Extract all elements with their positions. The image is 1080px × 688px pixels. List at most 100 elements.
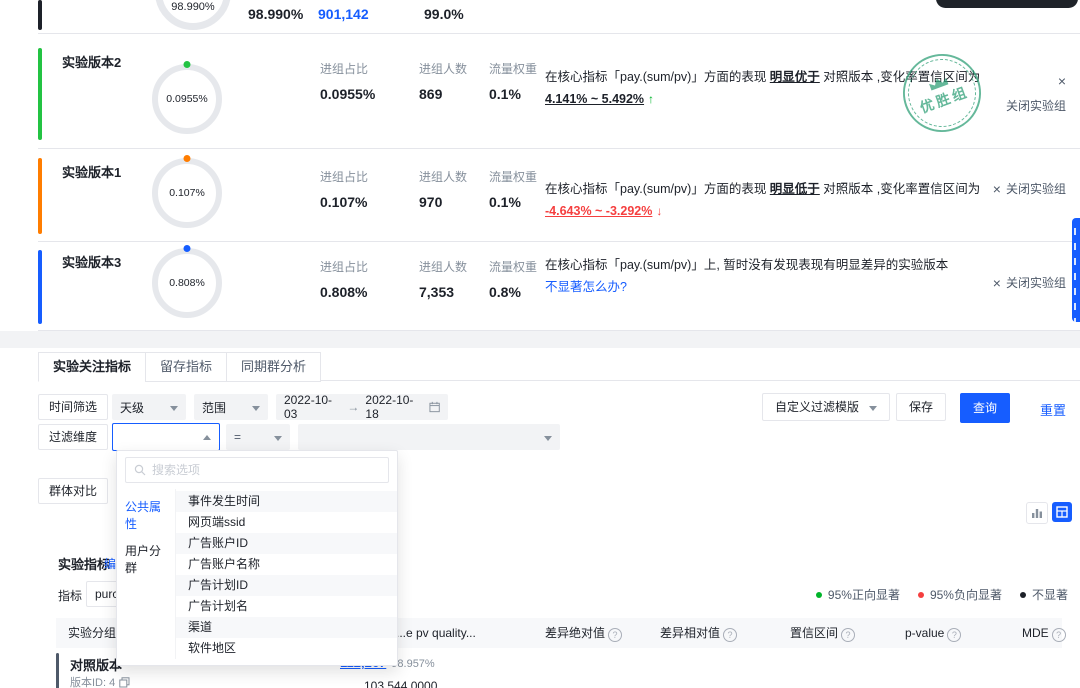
legend-label: 95%正向显著 (828, 586, 900, 603)
dimension-select[interactable] (112, 423, 220, 451)
analysis-prefix: 在核心指标「pay.(sum/pv)」方面的表现 (545, 70, 770, 84)
chevron-down-icon (544, 436, 552, 441)
experiment-version-row-1: 实验版本1 0.107% 进组占比 0.107% 进组人数 970 流量权重 0… (0, 150, 1080, 241)
dropdown-option-channel[interactable]: 渠道 (176, 617, 397, 638)
stat-value-link[interactable]: 869 (419, 86, 467, 102)
close-experiment-label[interactable]: 关闭实验组 (1006, 180, 1066, 197)
experiment-version-row-3: 实验版本3 0.808% 进组占比 0.808% 进组人数 7,353 流量权重… (0, 242, 1080, 330)
gauge-value: 0.107% (169, 187, 205, 199)
info-icon[interactable]: ? (841, 628, 855, 642)
version-analysis-text: 在核心指标「pay.(sum/pv)」方面的表现 明显低于 对照版本 ,变化率置… (545, 178, 1015, 222)
version-gauge: 0.808% (152, 248, 222, 318)
info-icon[interactable]: ? (723, 628, 737, 642)
table-view-toggle-button[interactable] (1052, 502, 1072, 522)
edit-metrics-link[interactable]: 编 (104, 555, 116, 572)
stat-value: 0.808% (320, 284, 368, 300)
version-color-bar (38, 250, 42, 324)
dropdown-option-ad-account-name[interactable]: 广告账户名称 (176, 554, 397, 575)
close-experiment-button[interactable]: × 关闭实验组 (1006, 74, 1066, 114)
stat-group-count: 进组人数 970 (419, 168, 467, 210)
header-confidence-interval: 置信区间? (790, 618, 855, 648)
custom-filter-template-button[interactable]: 自定义过滤模版 (762, 393, 890, 421)
close-experiment-label[interactable]: 关闭实验组 (1006, 97, 1066, 114)
version-name: 实验版本2 (62, 52, 121, 71)
version-color-bar (38, 158, 42, 234)
legend-dot-neutral (1020, 592, 1026, 598)
close-icon[interactable]: × (993, 276, 1001, 290)
info-icon[interactable]: ? (947, 628, 961, 642)
close-icon[interactable]: × (993, 182, 1001, 196)
close-icon[interactable]: × (1058, 74, 1066, 88)
control-enter-count[interactable]: 901,142 (318, 6, 369, 22)
date-range-picker[interactable]: 2022-10-03 → 2022-10-18 (276, 394, 448, 420)
dropdown-option-event-time[interactable]: 事件发生时间 (176, 491, 397, 512)
stat-value: 0.1% (489, 194, 537, 210)
save-button[interactable]: 保存 (896, 393, 946, 421)
value-select[interactable] (298, 424, 560, 450)
tab-retention-metrics[interactable]: 留存指标 (145, 352, 227, 382)
stat-label: 流量权重 (489, 168, 537, 185)
dropdown-group-common-attrs[interactable]: 公共属性 (117, 493, 175, 537)
stat-group-count: 进组人数 869 (419, 60, 467, 102)
divider (38, 148, 1080, 149)
stat-value: 0.107% (320, 194, 368, 210)
control-version-name: 对照版本 (70, 655, 122, 674)
dropdown-option-web-ssid[interactable]: 网页端ssid (176, 512, 397, 533)
trend-down-icon: ↓ (656, 204, 662, 218)
experiment-version-row-2: 实验版本2 0.0955% 进组占比 0.0955% 进组人数 869 流量权重… (0, 40, 1080, 148)
header-label: MDE (1022, 626, 1049, 640)
version-name: 实验版本3 (62, 252, 121, 271)
dropdown-group-user-segment[interactable]: 用户分群 (117, 537, 175, 581)
tab-experiment-metrics[interactable]: 实验关注指标 (38, 352, 146, 382)
header-label: p-value (905, 626, 944, 640)
stat-label: 进组占比 (320, 168, 368, 185)
reset-button[interactable]: 重置 (1040, 400, 1066, 419)
close-experiment-button[interactable]: × 关闭实验组 (993, 180, 1066, 197)
dropdown-option-ad-account-id[interactable]: 广告账户ID (176, 533, 397, 554)
date-start-value: 2022-10-03 (284, 393, 341, 421)
stat-group-ratio: 进组占比 0.107% (320, 168, 368, 210)
close-experiment-button[interactable]: × 关闭实验组 (993, 274, 1066, 291)
insignificant-help-link[interactable]: 不显著怎么办? (545, 280, 627, 294)
copy-icon[interactable] (119, 677, 130, 688)
legend-item: 95%正向显著 (816, 586, 900, 603)
version-id-text: 版本ID: 4 (70, 674, 115, 688)
dropdown-option-ad-plan-name[interactable]: 广告计划名 (176, 596, 397, 617)
info-icon[interactable]: ? (608, 628, 622, 642)
stat-traffic-weight: 流量权重 0.1% (489, 168, 537, 210)
filter-dropdown-panel: 公共属性 用户分群 事件发生时间 网页端ssid 广告账户ID 广告账户名称 广… (116, 450, 398, 666)
control-quality-value: 103,544.0000 (364, 679, 437, 688)
gauge-value: 0.808% (169, 277, 205, 289)
significance-legend: 95%正向显著 95%负向显著 不显著 (816, 586, 1068, 603)
granularity-select[interactable]: 天级 (112, 394, 186, 420)
date-end-value: 2022-10-18 (365, 393, 422, 421)
dimension-filter-label-chip: 过滤维度 (38, 424, 108, 450)
stat-group-ratio: 进组占比 0.0955% (320, 60, 375, 102)
top-right-cutoff-button[interactable] (936, 0, 1078, 8)
table-icon (1056, 506, 1068, 518)
dropdown-search-input[interactable] (152, 463, 380, 477)
range-type-select[interactable]: 范围 (194, 394, 268, 420)
chart-view-toggle-button[interactable] (1026, 502, 1048, 524)
operator-select[interactable]: = (226, 424, 290, 450)
tab-cohort-analysis[interactable]: 同期群分析 (226, 352, 321, 382)
dropdown-option-ad-plan-id[interactable]: 广告计划ID (176, 575, 397, 596)
dropdown-option-software-region[interactable]: 软件地区 (176, 638, 397, 659)
significance-text: 明显优于 (770, 70, 820, 84)
stat-value-link[interactable]: 7,353 (419, 284, 467, 300)
stat-group-count: 进组人数 7,353 (419, 258, 467, 300)
header-experiment-group: 实验分组 (68, 618, 116, 648)
stat-value-link[interactable]: 970 (419, 194, 467, 210)
query-button[interactable]: 查询 (960, 393, 1010, 423)
compare-groups-button[interactable]: 群体对比 (38, 478, 108, 504)
experiment-metrics-title: 实验指标 (58, 554, 110, 573)
close-experiment-label[interactable]: 关闭实验组 (1006, 274, 1066, 291)
dropdown-search[interactable] (125, 457, 389, 483)
bar-chart-icon (1031, 507, 1043, 519)
header-metric-quality: ...e pv quality... (396, 618, 476, 648)
confidence-range: -4.643% ~ -3.292% (545, 204, 652, 218)
legend-label: 不显著 (1032, 586, 1068, 603)
help-side-tab[interactable] (1072, 218, 1080, 322)
header-label: 差异绝对值 (545, 626, 605, 640)
info-icon[interactable]: ? (1052, 628, 1066, 642)
